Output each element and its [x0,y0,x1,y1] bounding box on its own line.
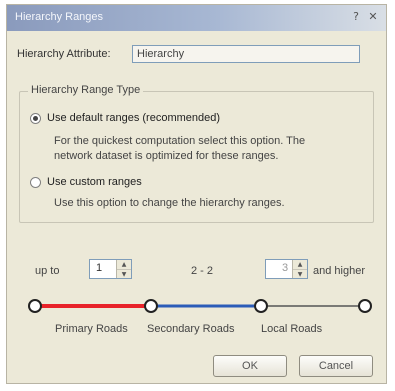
secondary-roads-label: Secondary Roads [147,323,235,335]
upper-spin-up-icon[interactable]: ▲ [293,260,307,270]
up-to-label: up to [35,265,60,277]
range-type-group: Hierarchy Range Type Use default ranges … [19,84,374,223]
help-icon[interactable]: ? [349,9,363,24]
upper-range-spinner[interactable]: 3 ▲ ▼ [265,259,308,279]
lower-spin-up-icon[interactable]: ▲ [117,260,131,270]
range-type-legend: Hierarchy Range Type [28,84,144,96]
close-icon[interactable]: ✕ [366,9,380,24]
custom-ranges-option[interactable]: Use custom ranges [30,176,142,188]
upper-spin-down-icon[interactable]: ▼ [293,270,307,279]
range-handle-start[interactable] [28,299,42,313]
and-higher-label: and higher [313,265,365,277]
local-roads-label: Local Roads [261,323,323,335]
range-handle-end[interactable] [358,299,372,313]
attribute-label: Hierarchy Attribute: [17,48,111,60]
range-handle-1[interactable] [144,299,158,313]
custom-ranges-radio[interactable] [30,176,41,188]
primary-roads-label: Primary Roads [55,323,128,335]
custom-ranges-description: Use this option to change the hierarchy … [54,197,285,209]
ok-button[interactable]: OK [213,355,287,377]
lower-spin-down-icon[interactable]: ▼ [117,270,131,279]
hierarchy-ranges-dialog: Hierarchy Ranges ? ✕ Hierarchy Attribute… [6,4,387,384]
lower-range-value[interactable]: 1 [96,262,102,274]
default-ranges-description-2: network dataset is optimized for these r… [54,150,279,162]
attribute-field: Hierarchy [132,45,360,63]
hierarchy-range-slider[interactable] [27,295,372,317]
cancel-button[interactable]: Cancel [299,355,373,377]
middle-range-label: 2 - 2 [191,265,214,277]
default-ranges-description-1: For the quickest computation select this… [54,135,306,147]
default-ranges-radio[interactable] [30,112,41,124]
default-ranges-label: Use default ranges (recommended) [47,112,221,124]
range-handle-2[interactable] [254,299,268,313]
lower-range-spinner[interactable]: 1 ▲ ▼ [89,259,132,279]
default-ranges-option[interactable]: Use default ranges (recommended) [30,112,220,124]
upper-range-value[interactable]: 3 [282,262,288,274]
custom-ranges-label: Use custom ranges [47,176,142,188]
window-title: Hierarchy Ranges [15,11,104,23]
